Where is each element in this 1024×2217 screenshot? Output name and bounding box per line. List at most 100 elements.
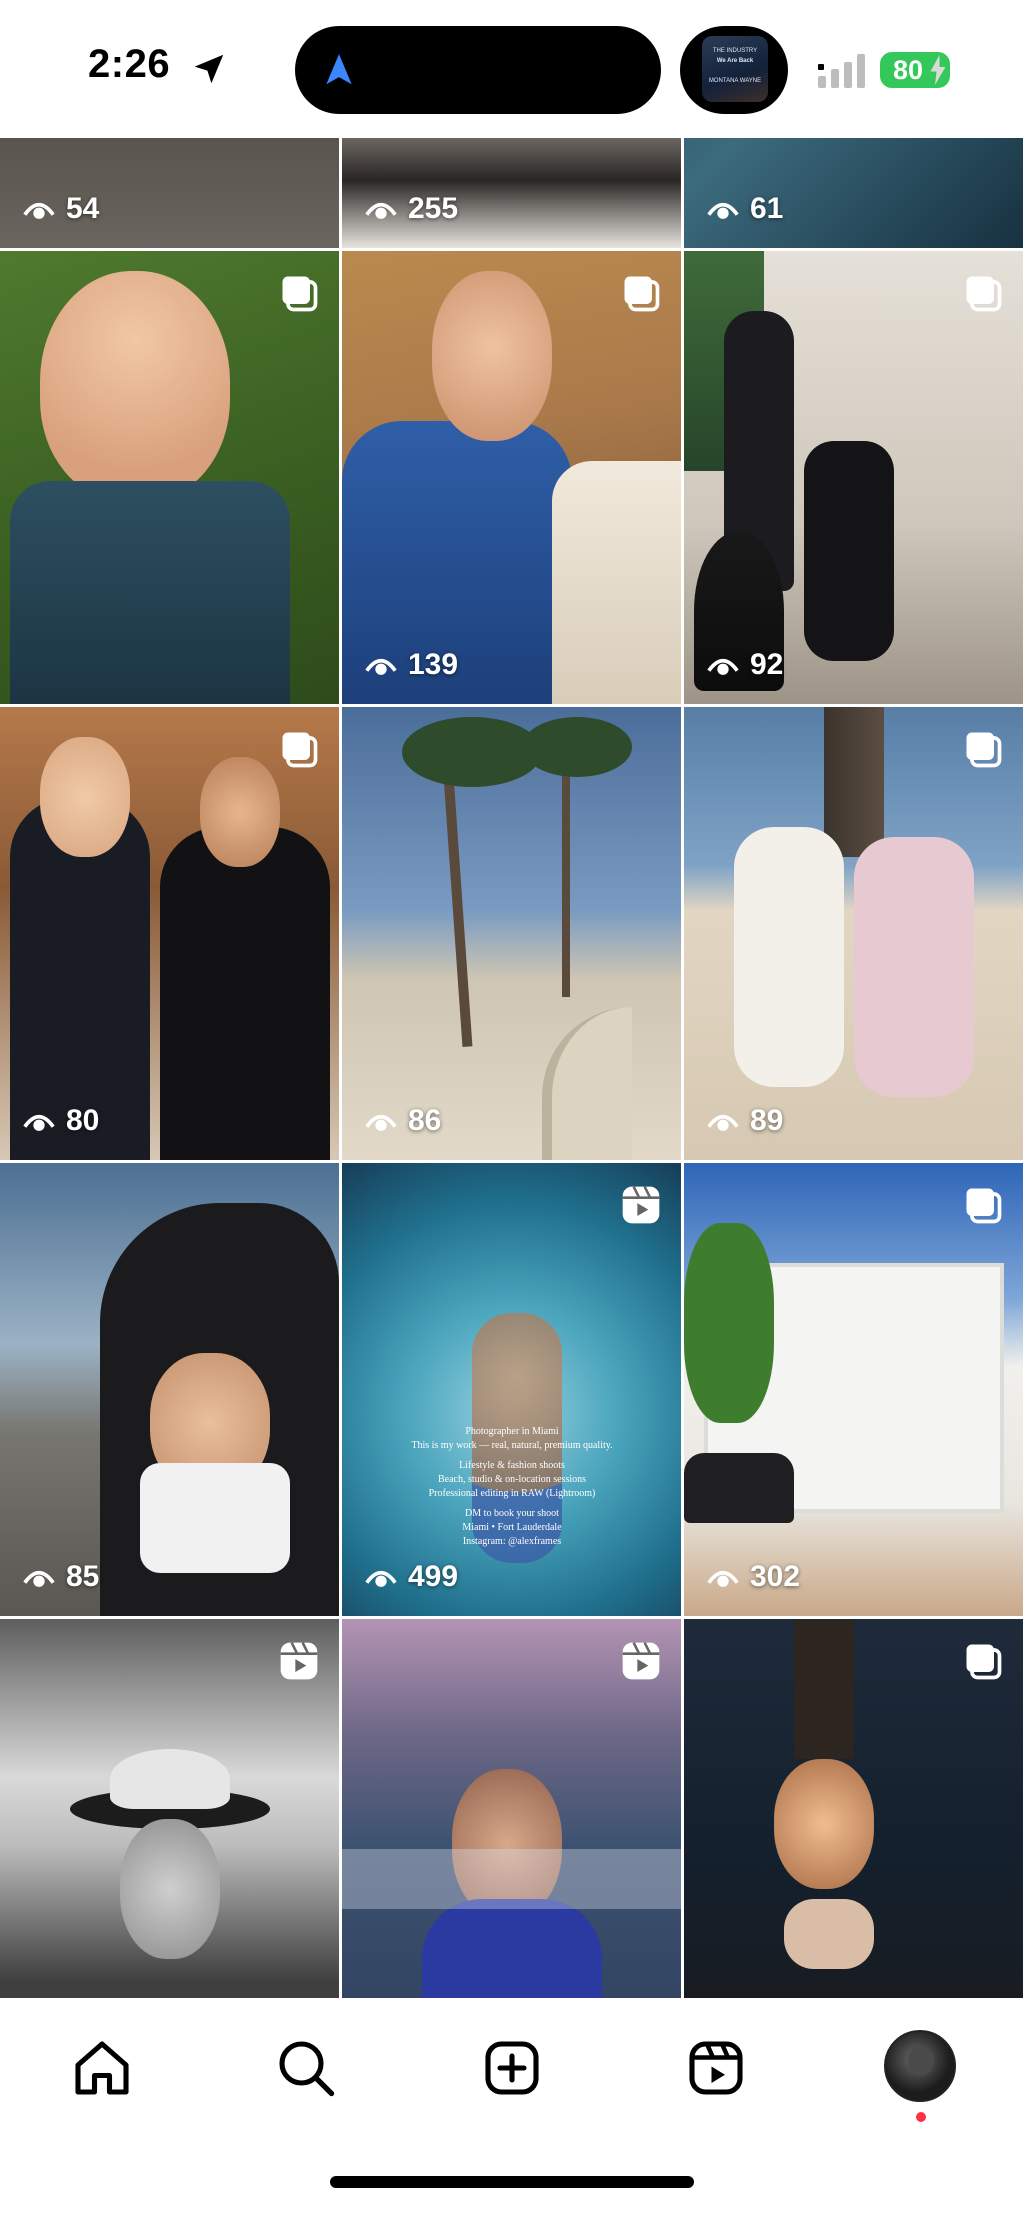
charging-bolt-icon — [930, 55, 946, 85]
bikini-top — [784, 1899, 874, 1969]
child-shirt — [10, 481, 290, 704]
eye-icon — [365, 658, 397, 675]
hat-crown — [110, 1749, 230, 1809]
reels-icon — [280, 1642, 318, 1680]
battery-indicator: 80 — [880, 52, 950, 88]
post-tile[interactable]: 54 — [0, 138, 339, 248]
woman-dress — [552, 461, 681, 704]
view-count: 85 — [22, 1560, 99, 1594]
view-count: 255 — [364, 192, 458, 226]
album-art-line-3: MONTANA WAYNE — [708, 78, 762, 84]
view-count: 499 — [364, 1560, 458, 1594]
reel-caption-line: Professional editing in RAW (Lightroom) — [428, 1488, 596, 1499]
nav-home-button[interactable] — [66, 2032, 138, 2104]
palm-leaves — [402, 717, 542, 787]
notification-dot — [916, 2112, 926, 2122]
eye-icon — [23, 202, 55, 219]
posts-grid: 54 255 61 139 92 80 86 89 85 Photographe… — [0, 138, 1024, 1998]
eye-icon — [365, 202, 397, 219]
nav-search-button[interactable] — [270, 2032, 342, 2104]
reels-icon — [622, 1186, 660, 1224]
palm-trunk — [441, 747, 473, 1047]
view-count-text: 499 — [408, 1560, 459, 1593]
reel-caption-line: DM to book your shoot — [465, 1508, 559, 1519]
post-tile[interactable] — [0, 1619, 339, 1998]
car — [684, 1453, 794, 1523]
post-tile[interactable] — [342, 1619, 681, 1998]
eye-icon — [707, 1114, 739, 1131]
post-tile[interactable]: 92 — [684, 251, 1023, 704]
battery-level: 80 — [892, 55, 924, 85]
view-count-text: 86 — [408, 1104, 442, 1137]
eye-icon — [707, 1570, 739, 1587]
profile-grid-screen: 2:26 THE INDUSTRY We Are Back MONTANA WA… — [0, 0, 1024, 2217]
carousel-icon — [966, 732, 1002, 768]
blue-swimsuit — [422, 1899, 602, 1998]
create-icon — [485, 2041, 539, 2095]
post-tile[interactable] — [684, 1619, 1023, 1998]
home-indicator[interactable] — [330, 2176, 694, 2188]
bottom-nav — [0, 1998, 1024, 2217]
palm-leaves-2 — [522, 717, 632, 777]
girl-left — [734, 827, 844, 1087]
eye-icon — [365, 1114, 397, 1131]
woman-left-face — [40, 737, 130, 857]
reel-caption-line: Instagram: @alexframes — [462, 1536, 562, 1547]
view-count: 61 — [706, 192, 783, 226]
reel-caption-line: Beach, studio & on-location sessions — [437, 1474, 587, 1485]
eye-icon — [365, 1570, 397, 1587]
carousel-icon — [282, 732, 318, 768]
eye-icon — [23, 1570, 55, 1587]
status-bar: 2:26 THE INDUSTRY We Are Back MONTANA WA… — [0, 0, 1024, 138]
baby-shirt — [140, 1463, 290, 1573]
reel-caption-line: Lifestyle & fashion shoots — [459, 1460, 565, 1471]
album-art-line-1: THE INDUSTRY — [712, 48, 758, 54]
woman-right-face — [200, 757, 280, 867]
reels-icon — [689, 2041, 743, 2095]
post-tile[interactable]: 85 — [0, 1163, 339, 1616]
carousel-icon — [966, 276, 1002, 312]
view-count-text: 255 — [408, 192, 459, 225]
nav-reels-button[interactable] — [680, 2032, 752, 2104]
view-count-text: 54 — [66, 192, 100, 225]
view-count: 80 — [22, 1104, 99, 1138]
post-tile[interactable]: 139 — [342, 251, 681, 704]
post-tile[interactable]: 80 — [0, 707, 339, 1160]
post-tile[interactable]: 61 — [684, 138, 1023, 248]
carousel-icon — [966, 1188, 1002, 1224]
carousel-icon — [966, 1644, 1002, 1680]
reel-caption-line: This is my work — real, natural, premium… — [411, 1440, 613, 1451]
cellular-signal-icon — [818, 54, 865, 88]
seated-woman — [804, 441, 894, 661]
woman-right — [160, 827, 330, 1160]
view-count-text: 92 — [750, 648, 784, 681]
view-count: 89 — [706, 1104, 783, 1138]
now-playing-island[interactable]: THE INDUSTRY We Are Back MONTANA WAYNE — [680, 26, 788, 114]
post-tile[interactable]: 89 — [684, 707, 1023, 1160]
search-icon — [279, 2041, 335, 2097]
eye-icon — [23, 1114, 55, 1131]
woman-face-sunset — [774, 1759, 874, 1889]
post-tile[interactable]: 255 — [342, 138, 681, 248]
palm-tree — [684, 1223, 774, 1423]
album-art: THE INDUSTRY We Are Back MONTANA WAYNE — [702, 36, 768, 102]
reel-caption-line: Photographer in Miami — [465, 1426, 559, 1437]
post-tile[interactable]: Photographer in Miami This is my work — … — [342, 1163, 681, 1616]
post-tile[interactable]: 302 — [684, 1163, 1023, 1616]
view-count: 302 — [706, 1560, 800, 1594]
view-count-text: 139 — [408, 648, 459, 681]
man-face — [432, 271, 552, 441]
reel-caption-overlay: Photographer in Miami This is my work — … — [362, 1425, 662, 1549]
reels-icon — [622, 1642, 660, 1680]
view-count-text: 61 — [750, 192, 784, 225]
tree-trunk — [824, 707, 884, 857]
girl-right — [854, 837, 974, 1097]
eye-icon — [707, 658, 739, 675]
view-count-text: 80 — [66, 1104, 100, 1137]
post-tile[interactable] — [0, 251, 339, 704]
nav-create-button[interactable] — [476, 2032, 548, 2104]
nav-profile-avatar[interactable] — [884, 2030, 956, 2102]
avatar-figure — [908, 2046, 934, 2076]
post-tile[interactable]: 86 — [342, 707, 681, 1160]
carousel-icon — [624, 276, 660, 312]
